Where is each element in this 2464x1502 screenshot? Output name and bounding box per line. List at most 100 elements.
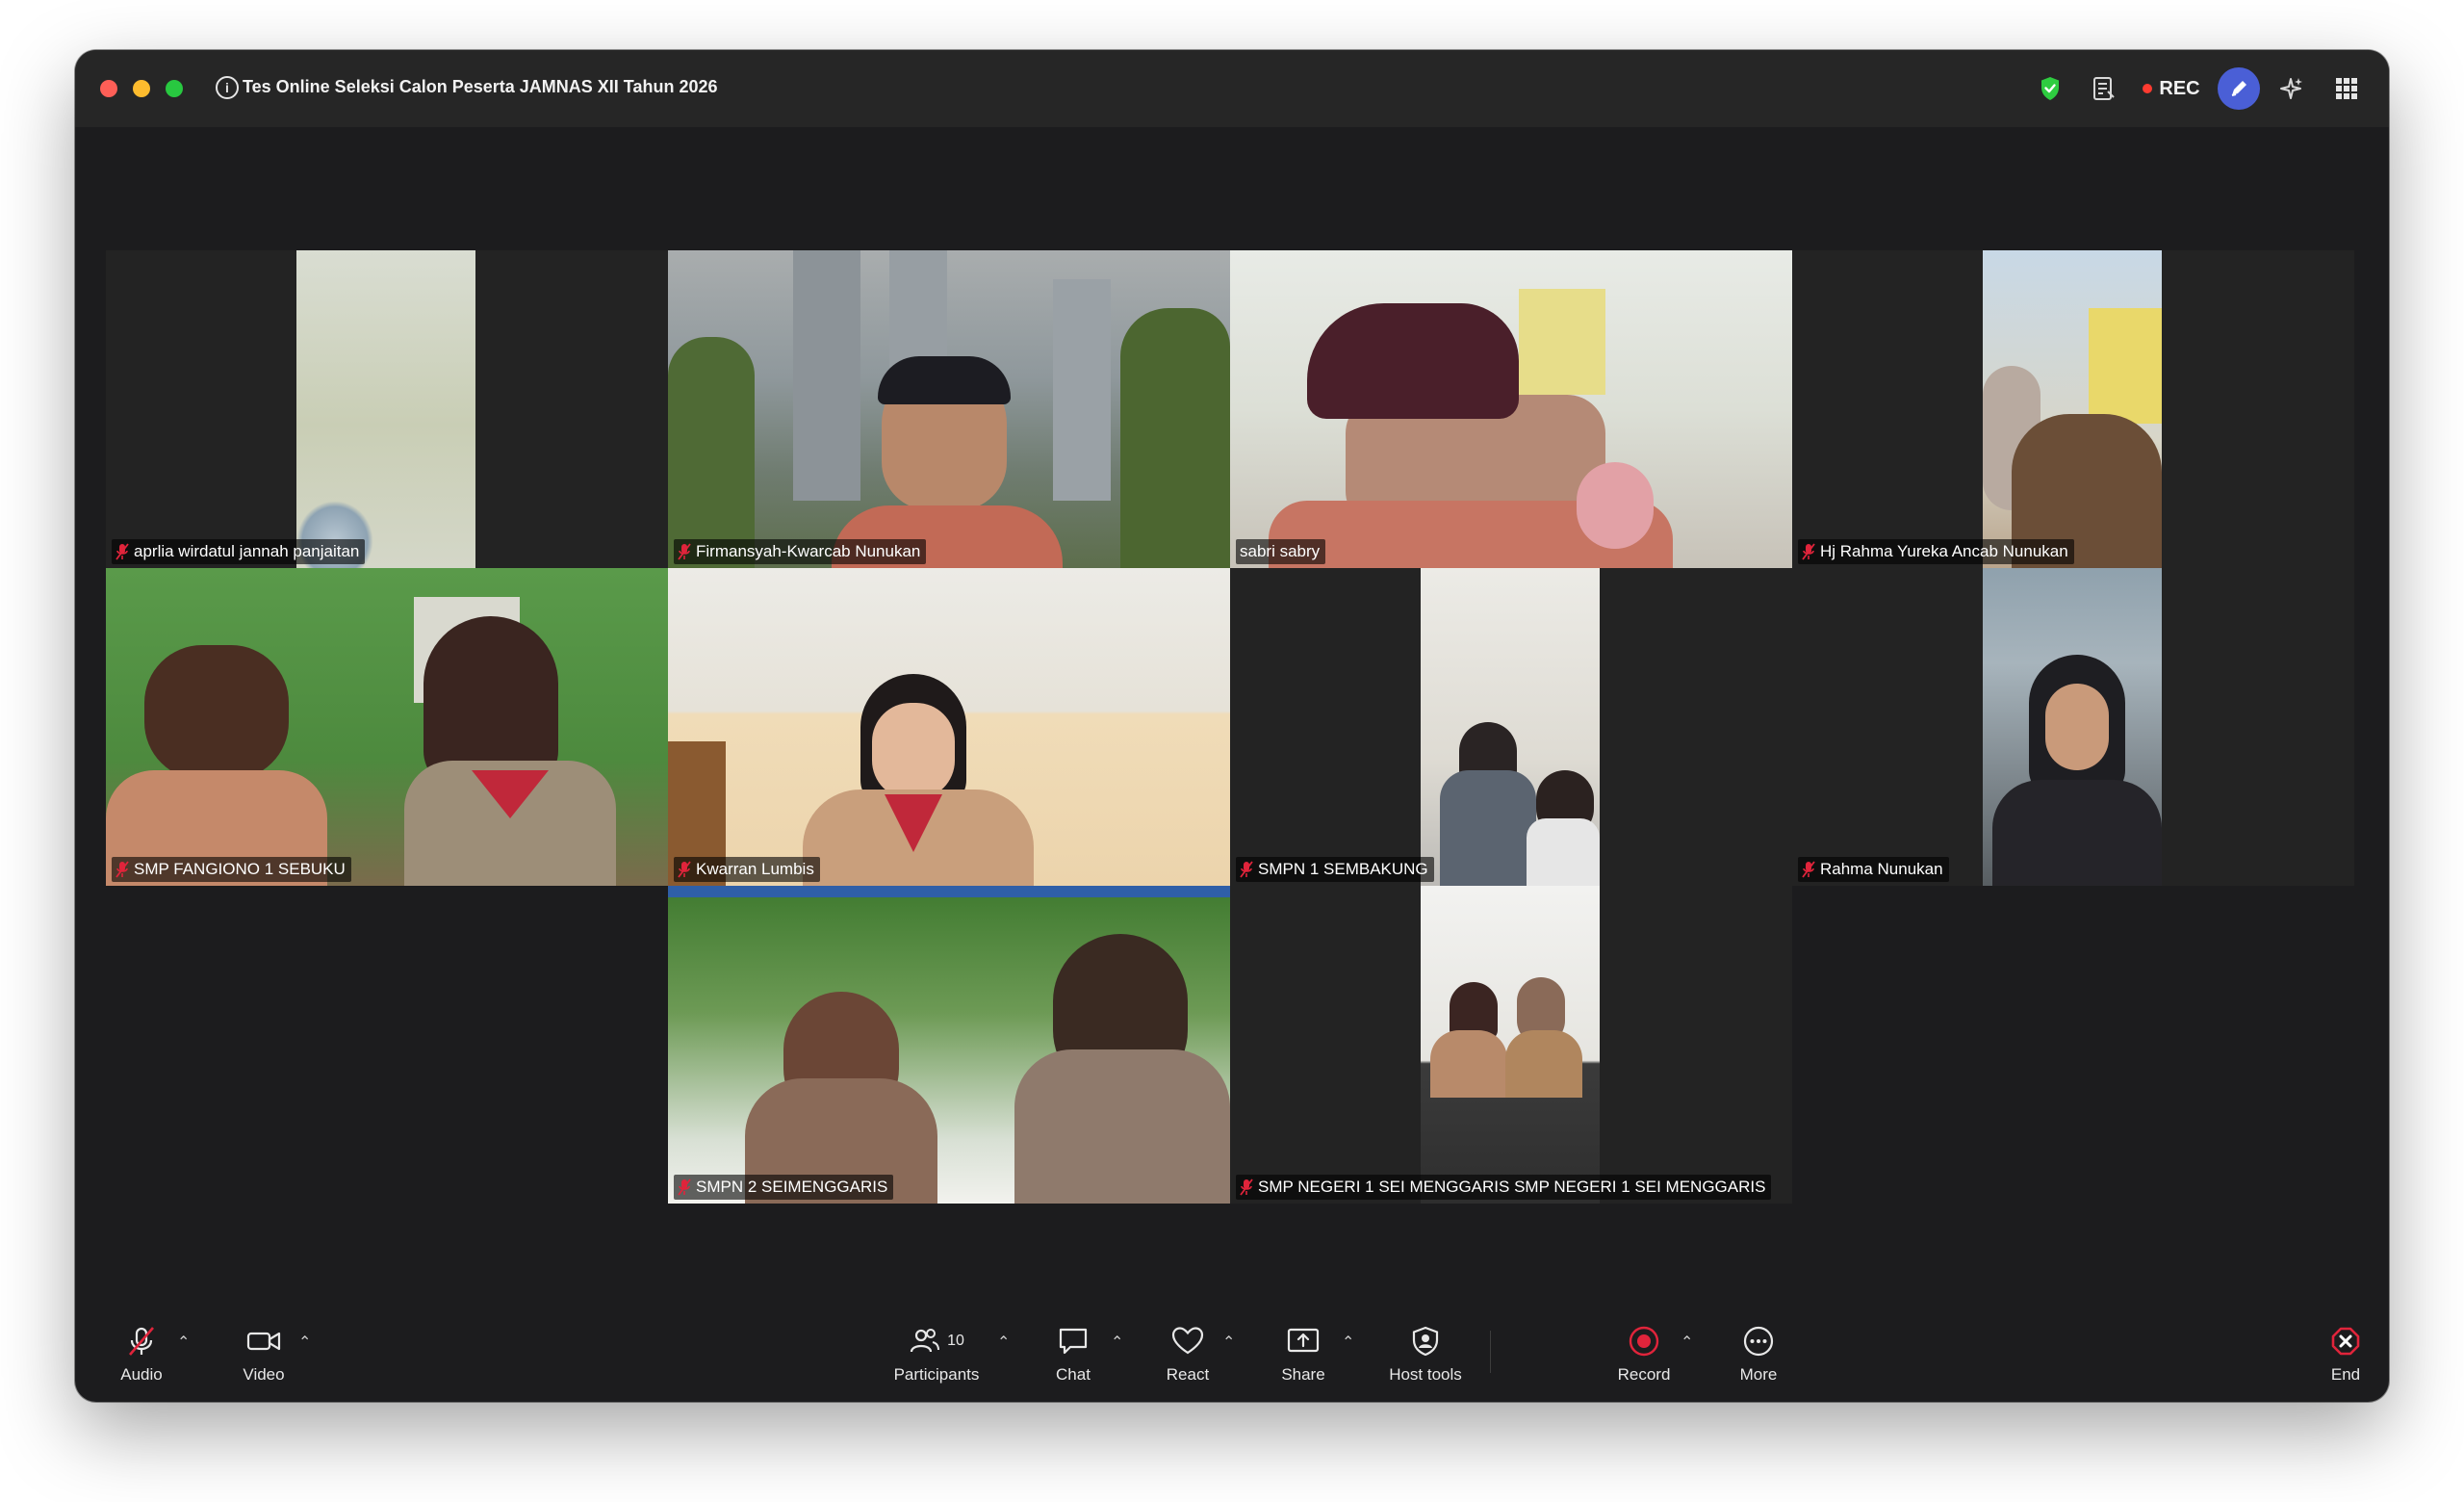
mic-muted-icon [1240,861,1253,878]
record-options-caret-icon[interactable]: ⌃ [1681,1333,1693,1352]
participant-name: SMPN 1 SEMBAKUNG [1258,860,1428,878]
participants-button[interactable]: 10 Participants [884,1325,989,1385]
participant-name-tag: Hj Rahma Yureka Ancab Nunukan [1798,539,2074,564]
host-tools-button[interactable]: Host tools [1382,1325,1469,1385]
participant-name: Firmansyah-Kwarcab Nunukan [696,542,921,560]
participant-name-tag: Firmansyah-Kwarcab Nunukan [674,539,927,564]
participant-name: SMP NEGERI 1 SEI MENGGARIS SMP NEGERI 1 … [1258,1178,1766,1196]
zoom-window-button[interactable] [166,80,183,97]
audio-label: Audio [120,1365,163,1384]
mic-muted-icon [116,861,129,878]
participants-count: 10 [947,1333,964,1349]
record-label: Record [1617,1365,1671,1384]
share-screen-icon [1287,1328,1320,1353]
chat-options-caret-icon[interactable]: ⌃ [1111,1333,1123,1352]
share-button[interactable]: Share [1276,1325,1330,1385]
video-feed [1421,886,1600,1204]
avatar[interactable] [2218,67,2260,110]
participant-tile[interactable]: Hj Rahma Yureka Ancab Nunukan [1792,250,2354,568]
end-meeting-icon [2331,1327,2360,1356]
minimize-window-button[interactable] [133,80,150,97]
participant-name-tag: SMP FANGIONO 1 SEBUKU [112,857,351,882]
mic-muted-icon [678,1178,691,1196]
more-label: More [1739,1365,1778,1384]
participant-tile[interactable]: SMP NEGERI 1 SEI MENGGARIS SMP NEGERI 1 … [1230,886,1792,1204]
participant-name-tag: Rahma Nunukan [1798,857,1949,882]
share-label: Share [1281,1365,1325,1384]
participant-name-tag: SMP NEGERI 1 SEI MENGGARIS SMP NEGERI 1 … [1236,1175,1772,1200]
participants-icon [910,1329,940,1353]
meeting-toolbar: Audio ⌃ Video ⌃ 10 Participants ⌃ Chat ⌃… [75,1302,2389,1402]
video-camera-icon [246,1332,281,1351]
microphone-muted-icon [129,1327,154,1356]
video-feed [668,250,1230,568]
meeting-notes-icon[interactable] [2085,67,2123,110]
react-button[interactable]: React [1161,1325,1215,1385]
participant-name: SMPN 2 SEIMENGGARIS [696,1178,888,1196]
video-button[interactable]: Video [237,1325,291,1385]
video-options-caret-icon[interactable]: ⌃ [298,1333,311,1352]
end-label: End [2330,1365,2361,1384]
video-feed [668,886,1230,1204]
participant-tile[interactable]: SMPN 2 SEIMENGGARIS [668,886,1230,1204]
participant-name: sabri sabry [1240,542,1321,560]
react-label: React [1166,1365,1210,1384]
video-feed [668,568,1230,886]
mic-muted-icon [678,861,691,878]
video-label: Video [243,1365,285,1384]
recording-label: REC [2159,77,2200,99]
chat-button[interactable]: Chat [1049,1325,1097,1385]
encryption-shield-icon[interactable] [2031,67,2069,110]
participant-name-tag: SMPN 1 SEMBAKUNG [1236,857,1434,882]
mic-muted-icon [1802,861,1815,878]
participants-options-caret-icon[interactable]: ⌃ [997,1333,1010,1352]
participant-tile[interactable]: Firmansyah-Kwarcab Nunukan [668,250,1230,568]
video-feed [296,250,475,568]
pen-icon [2231,81,2246,96]
participant-name: SMP FANGIONO 1 SEBUKU [134,860,346,878]
meeting-window: i Tes Online Seleksi Calon Peserta JAMNA… [75,50,2389,1402]
participant-name-tag: aprlia wirdatul jannah panjaitan [112,539,366,564]
host-tools-label: Host tools [1389,1365,1462,1384]
close-window-button[interactable] [100,80,117,97]
participant-name-tag: SMPN 2 SEIMENGGARIS [674,1175,894,1200]
mic-muted-icon [1240,1178,1253,1196]
participant-name-tag: sabri sabry [1236,539,1326,564]
info-icon[interactable]: i [216,76,239,99]
mic-muted-icon [1802,543,1815,560]
audio-button[interactable]: Audio [117,1325,166,1385]
participant-name: Kwarran Lumbis [696,860,814,878]
meeting-title: Tes Online Seleksi Calon Peserta JAMNAS … [243,77,718,96]
video-feed [106,568,668,886]
participant-name: Hj Rahma Yureka Ancab Nunukan [1820,542,2068,560]
video-feed [1983,568,2162,886]
participant-tile[interactable]: SMPN 1 SEMBAKUNG [1230,568,1792,886]
apps-grid-icon[interactable] [2327,67,2366,110]
mic-muted-icon [678,543,691,560]
react-options-caret-icon[interactable]: ⌃ [1222,1333,1235,1352]
share-options-caret-icon[interactable]: ⌃ [1342,1333,1354,1352]
video-feed [1983,250,2162,568]
participant-tile[interactable]: sabri sabry [1230,250,1792,568]
recording-indicator: REC [2137,67,2206,110]
more-button[interactable]: More [1734,1325,1783,1385]
participant-tile[interactable]: aprlia wirdatul jannah panjaitan [106,250,668,568]
title-bar: i Tes Online Seleksi Calon Peserta JAMNA… [75,50,2389,127]
recording-dot-icon [2143,84,2153,93]
audio-options-caret-icon[interactable]: ⌃ [177,1333,190,1352]
record-button[interactable]: Record [1613,1325,1675,1385]
participant-name: Rahma Nunukan [1820,860,1943,878]
participant-tile[interactable]: Kwarran Lumbis [668,568,1230,886]
host-shield-icon [1412,1326,1439,1357]
heart-icon [1171,1327,1204,1355]
mic-muted-icon [116,543,129,560]
ai-companion-icon[interactable] [2272,67,2310,110]
participant-tile[interactable]: SMP FANGIONO 1 SEBUKU [106,568,668,886]
participant-tile[interactable]: Rahma Nunukan [1792,568,2354,886]
participant-name: aprlia wirdatul jannah panjaitan [134,542,360,560]
chat-label: Chat [1056,1365,1091,1384]
video-feed [1421,568,1600,886]
end-meeting-button[interactable]: End [2322,1325,2370,1385]
toolbar-divider [1490,1331,1491,1373]
chat-bubble-icon [1059,1328,1088,1355]
